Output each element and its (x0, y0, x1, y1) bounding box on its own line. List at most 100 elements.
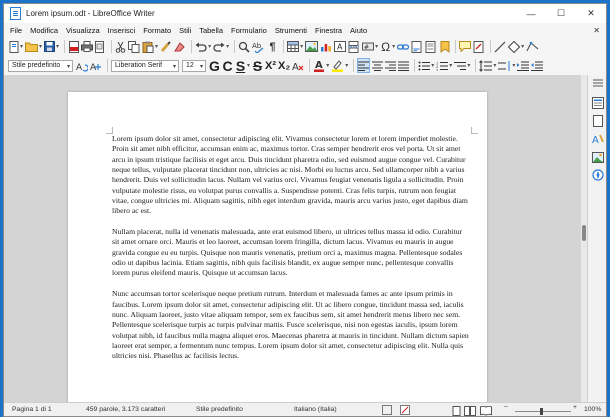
subscript-button[interactable]: X₂ (278, 58, 290, 73)
gallery-icon[interactable] (592, 151, 604, 163)
copy-icon[interactable] (128, 39, 140, 54)
insert-chart-icon[interactable] (320, 39, 332, 54)
font-color-dropdown-icon[interactable]: ▾ (326, 62, 329, 69)
close-document-button[interactable]: ✕ (593, 26, 600, 35)
paste-dropdown-icon[interactable]: ▾ (155, 43, 158, 50)
superscript-button[interactable]: X² (265, 58, 276, 73)
align-right-icon[interactable] (385, 58, 397, 73)
special-char-dropdown-icon[interactable]: ▾ (392, 43, 395, 50)
zoom-slider-track[interactable] (515, 411, 571, 412)
save-dropdown-icon[interactable]: ▾ (56, 43, 59, 50)
redo-icon[interactable] (213, 39, 225, 54)
menu-modifica[interactable]: Modifica (26, 26, 62, 35)
endnote-icon[interactable] (425, 39, 437, 54)
properties-icon[interactable] (592, 97, 604, 109)
open-folder-icon[interactable] (25, 39, 39, 54)
underline-dropdown-icon[interactable]: ▾ (247, 62, 250, 69)
strikethrough-icon[interactable]: S (252, 58, 263, 74)
draw-functions-icon[interactable] (526, 39, 539, 54)
line-spacing-dropdown-icon[interactable]: ▾ (493, 62, 496, 69)
paragraph-style-select[interactable]: Stile predefinito ▾ (8, 59, 73, 72)
menu-finestra[interactable]: Finestra (311, 26, 346, 35)
zoom-slider-thumb[interactable] (540, 408, 543, 415)
underline-icon[interactable]: S (235, 58, 246, 74)
italic-icon[interactable]: C (222, 58, 233, 74)
minimize-button[interactable]: — (516, 4, 546, 23)
insert-image-icon[interactable] (305, 39, 319, 54)
highlight-dropdown-icon[interactable]: ▾ (345, 62, 348, 69)
scrollbar-thumb[interactable] (582, 225, 586, 241)
update-style-icon[interactable]: A (76, 58, 88, 73)
track-changes-icon[interactable] (473, 39, 485, 54)
word-count-status[interactable]: 459 parole, 3.173 caratteri (86, 406, 165, 413)
paragraph[interactable]: Nullam placerat, nulla id venenatis male… (112, 227, 470, 279)
shapes-dropdown-icon[interactable]: ▾ (521, 43, 524, 50)
insert-line-icon[interactable] (494, 39, 506, 54)
maximize-button[interactable]: ☐ (546, 4, 576, 23)
paragraph-spacing-dropdown-icon[interactable]: ▾ (512, 62, 515, 69)
zoom-out-icon[interactable]: − (504, 404, 508, 411)
formatting-marks-icon[interactable]: ¶ (267, 39, 278, 54)
page-style-status[interactable]: Stile predefinito (196, 406, 243, 413)
clear-direct-formatting-icon[interactable]: A (292, 58, 304, 73)
zoom-in-icon[interactable]: + (573, 404, 577, 411)
menu-strumenti[interactable]: Strumenti (271, 26, 311, 35)
font-size-select[interactable]: 12 ▾ (182, 59, 206, 72)
field-dropdown-icon[interactable]: ▾ (375, 43, 378, 50)
undo-icon[interactable] (195, 39, 207, 54)
new-dropdown-icon[interactable]: ▾ (20, 43, 23, 50)
open-dropdown-icon[interactable]: ▾ (39, 43, 42, 50)
sidebar-menu-icon[interactable] (592, 77, 604, 89)
close-button[interactable]: ✕ (576, 4, 606, 23)
menu-visualizza[interactable]: Visualizza (62, 26, 104, 35)
footnote-icon[interactable] (411, 39, 423, 54)
justify-icon[interactable] (398, 58, 410, 73)
insert-textbox-icon[interactable]: A (334, 39, 347, 54)
spelling-icon[interactable]: Ab (252, 39, 265, 54)
undo-dropdown-icon[interactable]: ▾ (208, 43, 211, 50)
menu-formulario[interactable]: Formulario (227, 26, 271, 35)
paste-icon[interactable] (142, 39, 154, 54)
font-color-icon[interactable]: A (313, 58, 325, 73)
book-view-icon[interactable] (480, 405, 492, 416)
save-icon[interactable] (44, 39, 56, 54)
menu-aiuto[interactable]: Aiuto (346, 26, 371, 35)
print-preview-icon[interactable] (95, 39, 106, 54)
page-count-status[interactable]: Pagina 1 di 1 (12, 406, 52, 413)
table-dropdown-icon[interactable]: ▾ (300, 43, 303, 50)
zoom-percent[interactable]: 100% (584, 406, 601, 413)
cut-icon[interactable] (115, 39, 126, 54)
line-spacing-icon[interactable] (479, 58, 493, 73)
redo-dropdown-icon[interactable]: ▾ (226, 43, 229, 50)
new-style-icon[interactable]: A (90, 58, 102, 73)
single-page-view-icon[interactable] (452, 406, 461, 416)
find-replace-icon[interactable] (238, 39, 250, 54)
insert-table-icon[interactable] (287, 39, 300, 54)
new-document-icon[interactable] (8, 39, 19, 54)
document-text[interactable]: Lorem ipsum dolor sit amet, consectetur … (112, 134, 470, 372)
outline-dropdown-icon[interactable]: ▾ (467, 62, 470, 69)
menu-formato[interactable]: Formato (139, 26, 175, 35)
insert-field-icon[interactable]: # (362, 39, 375, 54)
numbered-list-icon[interactable]: 123 (436, 58, 449, 73)
font-name-select[interactable]: Liberation Serif ▾ (111, 59, 179, 72)
clone-formatting-icon[interactable] (160, 39, 172, 54)
menu-file[interactable]: File (6, 26, 26, 35)
print-icon[interactable] (81, 39, 94, 54)
numbered-dropdown-icon[interactable]: ▾ (449, 62, 452, 69)
paragraph-spacing-icon[interactable] (498, 58, 511, 73)
highlight-color-icon[interactable] (331, 58, 344, 73)
menu-stili[interactable]: Stili (175, 26, 195, 35)
align-left-icon[interactable] (357, 58, 371, 73)
export-pdf-icon[interactable] (68, 39, 79, 54)
paragraph[interactable]: Nunc accumsan tortor scelerisque neque p… (112, 289, 470, 361)
decrease-indent-icon[interactable] (531, 58, 544, 73)
paragraph[interactable]: Lorem ipsum dolor sit amet, consectetur … (112, 134, 470, 217)
comment-icon[interactable] (459, 39, 472, 54)
menu-tabella[interactable]: Tabella (195, 26, 227, 35)
document-page[interactable]: Lorem ipsum dolor sit amet, consectetur … (68, 92, 487, 402)
basic-shapes-icon[interactable] (508, 39, 521, 54)
bold-icon[interactable]: G (209, 58, 220, 74)
special-character-icon[interactable]: Ω (380, 39, 391, 54)
outline-list-icon[interactable] (454, 58, 467, 73)
